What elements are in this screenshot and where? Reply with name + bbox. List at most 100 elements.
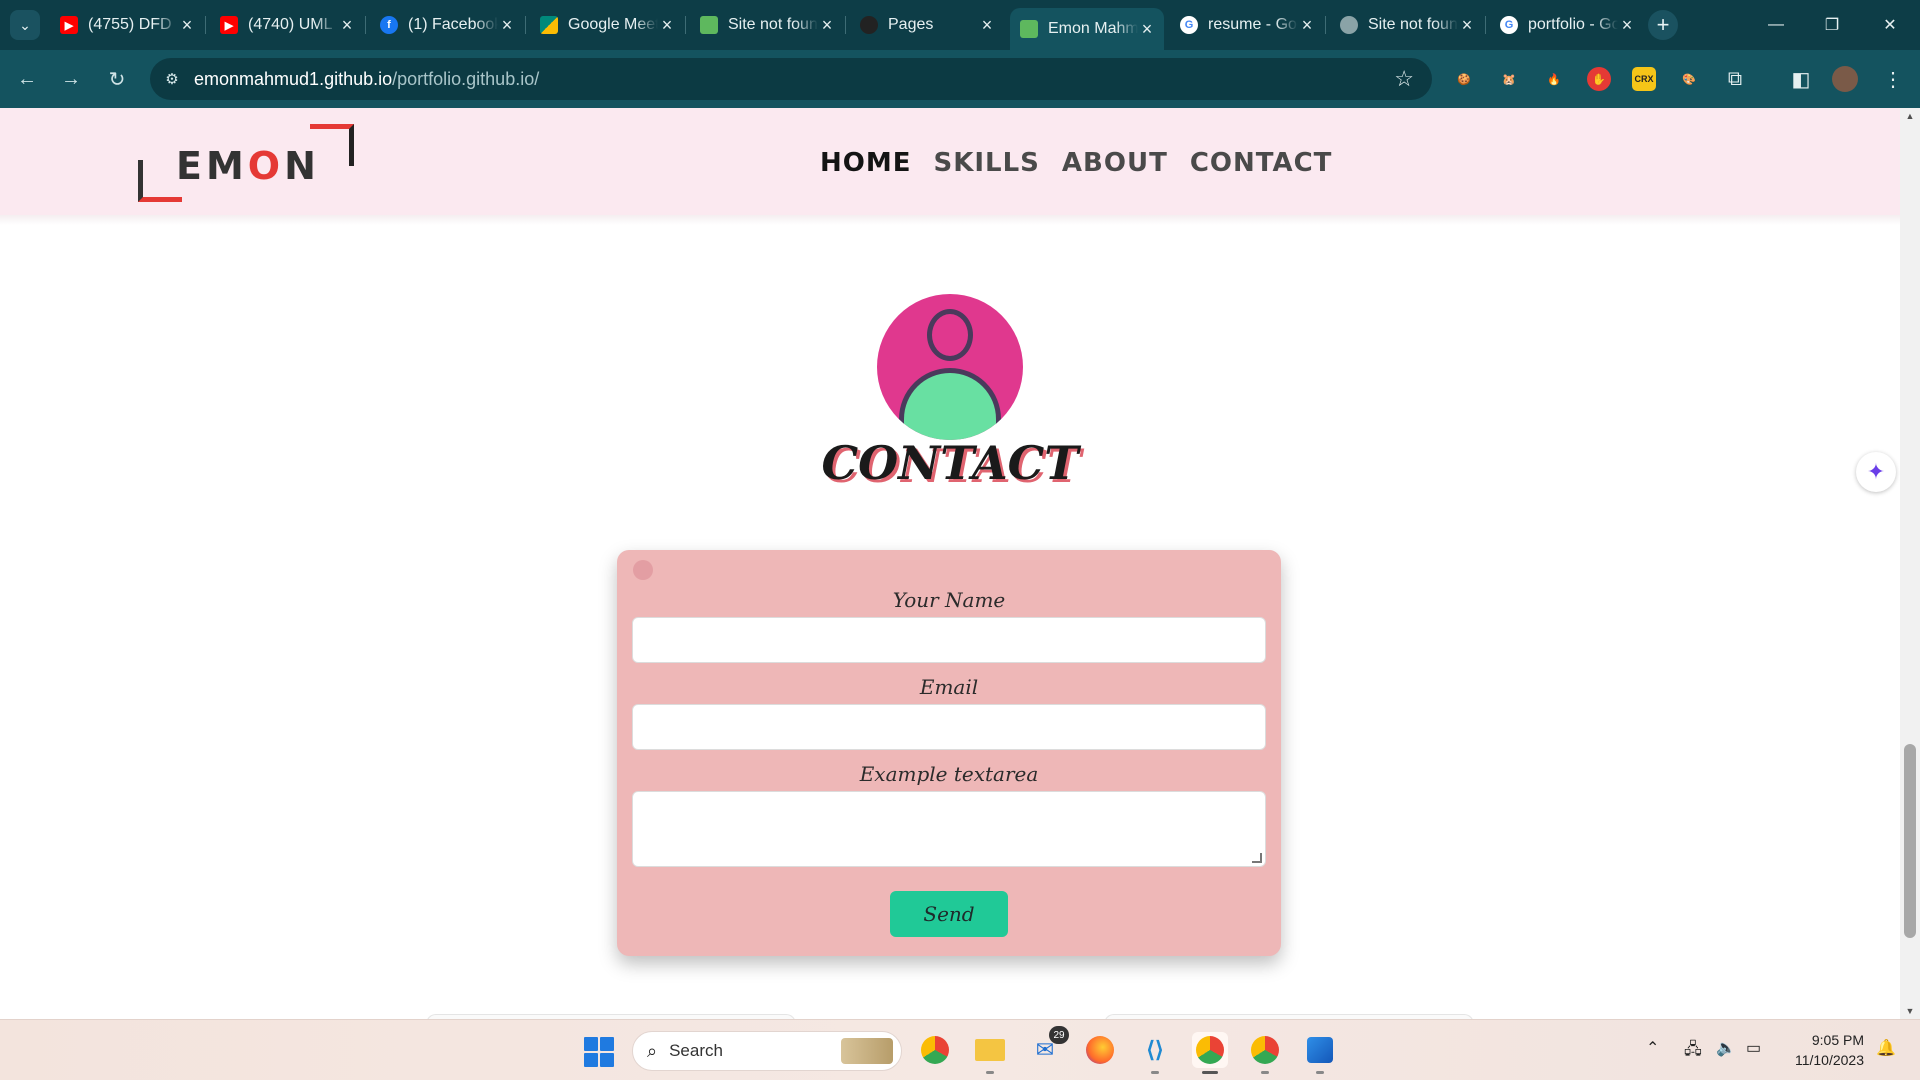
tab-strip: ⌄ ▶ (4755) DFD × ▶ (4740) UML × f (1) Fa… bbox=[0, 0, 1920, 50]
sparkle-assistant-icon[interactable]: ✦ bbox=[1856, 452, 1896, 492]
site-info-icon[interactable]: ⚙ bbox=[150, 70, 194, 88]
tab-title: Google Meet bbox=[568, 16, 658, 33]
youtube-icon: ▶ bbox=[60, 16, 78, 34]
scroll-down-icon[interactable]: ▼ bbox=[1900, 1003, 1920, 1019]
back-button[interactable]: ← bbox=[12, 64, 42, 94]
address-bar[interactable]: ⚙ emonmahmud1.github.io/portfolio.github… bbox=[150, 58, 1432, 100]
chrome-icon bbox=[1196, 1036, 1224, 1064]
close-icon[interactable]: × bbox=[338, 15, 356, 36]
logo-wordmark: EMON bbox=[176, 144, 320, 188]
minimize-button[interactable]: — bbox=[1756, 10, 1796, 40]
restore-button[interactable]: ❐ bbox=[1812, 10, 1852, 40]
tab-title: (4740) UML bbox=[248, 16, 333, 33]
tab-title: Emon Mahmud bbox=[1048, 20, 1138, 37]
avatar-body bbox=[899, 368, 1001, 440]
crx-extension-icon[interactable]: CRX bbox=[1632, 67, 1656, 91]
send-button[interactable]: Send bbox=[890, 891, 1008, 937]
github-icon bbox=[860, 16, 878, 34]
url-path: /portfolio.github.io/ bbox=[392, 68, 540, 89]
contact-form: Your Name Email Example textarea Send bbox=[617, 550, 1281, 956]
taskbar-file-explorer[interactable] bbox=[972, 1032, 1008, 1074]
google-icon: G bbox=[1180, 16, 1198, 34]
email-field[interactable] bbox=[632, 704, 1266, 750]
name-field[interactable] bbox=[632, 617, 1266, 663]
close-icon[interactable]: × bbox=[1298, 15, 1316, 36]
taskbar-chrome-profile-1[interactable] bbox=[1192, 1032, 1228, 1074]
taskbar-vscode[interactable]: ⟨⟩ bbox=[1137, 1032, 1173, 1074]
site-logo[interactable]: EMON bbox=[138, 124, 354, 202]
tab-facebook[interactable]: f (1) Facebook × bbox=[370, 8, 524, 42]
nav-skills[interactable]: SKILLS bbox=[934, 148, 1040, 178]
tab-site-not-found-2[interactable]: Site not found × bbox=[1330, 8, 1484, 42]
tab-portfolio-google[interactable]: G portfolio - Google × bbox=[1490, 8, 1644, 42]
notification-bell-icon[interactable]: 🔔 bbox=[1876, 1038, 1896, 1058]
url-text[interactable]: emonmahmud1.github.io/portfolio.github.i… bbox=[194, 69, 539, 90]
volume-icon[interactable]: 🔈 bbox=[1716, 1038, 1736, 1058]
tab-site-not-found[interactable]: Site not found × bbox=[690, 8, 844, 42]
chrome-icon bbox=[921, 1036, 949, 1064]
tab-youtube-uml[interactable]: ▶ (4740) UML × bbox=[210, 8, 364, 42]
nav-about[interactable]: ABOUT bbox=[1062, 148, 1168, 178]
taskbar-search[interactable]: ⌕ Search bbox=[632, 1031, 902, 1071]
close-icon[interactable]: × bbox=[1618, 15, 1636, 36]
browser-toolbar: ← → ↻ ⚙ emonmahmud1.github.io/portfolio.… bbox=[0, 50, 1920, 108]
fire-extension-icon[interactable]: 🔥 bbox=[1542, 67, 1566, 91]
site-icon bbox=[1020, 20, 1038, 38]
tab-divider bbox=[205, 16, 206, 34]
system-clock[interactable]: 9:05 PM 11/10/2023 bbox=[1784, 1030, 1864, 1070]
close-icon[interactable]: × bbox=[498, 15, 516, 36]
mascot-extension-icon[interactable]: 🐹 bbox=[1497, 67, 1521, 91]
taskbar-photos[interactable] bbox=[1302, 1032, 1338, 1074]
taskbar-mail[interactable]: ✉ 29 bbox=[1027, 1026, 1069, 1068]
paint-extension-icon[interactable]: 🎨 bbox=[1677, 67, 1701, 91]
tab-emon-mahmud-active[interactable]: Emon Mahmud × bbox=[1010, 8, 1164, 50]
youtube-icon: ▶ bbox=[220, 16, 238, 34]
scrollbar-thumb[interactable] bbox=[1904, 744, 1916, 938]
resize-handle-icon[interactable] bbox=[1252, 853, 1262, 863]
tab-pages[interactable]: Pages × bbox=[850, 8, 1004, 42]
tab-youtube-dfd[interactable]: ▶ (4755) DFD × bbox=[50, 8, 204, 42]
arrow-right-icon: → bbox=[61, 67, 81, 90]
taskbar-firefox[interactable] bbox=[1082, 1032, 1118, 1068]
tab-divider bbox=[525, 16, 526, 34]
tab-google-meet[interactable]: Google Meet × bbox=[530, 8, 684, 42]
close-icon[interactable]: × bbox=[178, 15, 196, 36]
close-window-button[interactable]: ✕ bbox=[1870, 10, 1910, 40]
bookmark-star-icon[interactable]: ☆ bbox=[1394, 66, 1414, 92]
battery-icon[interactable]: ▭ bbox=[1746, 1038, 1761, 1058]
close-icon[interactable]: × bbox=[818, 15, 836, 36]
close-icon[interactable]: × bbox=[1138, 19, 1156, 40]
search-highlight-image bbox=[841, 1038, 893, 1064]
chevron-down-icon: ⌄ bbox=[19, 16, 31, 33]
side-panel-icon[interactable]: ◧ bbox=[1786, 64, 1816, 94]
kebab-menu-icon[interactable]: ⋮ bbox=[1878, 64, 1908, 94]
network-icon[interactable]: 🖧 bbox=[1684, 1038, 1702, 1065]
tab-resume-google[interactable]: G resume - Google × bbox=[1170, 8, 1324, 42]
chevron-up-icon[interactable]: ⌃ bbox=[1646, 1038, 1659, 1058]
reload-button[interactable]: ↻ bbox=[102, 64, 132, 94]
profile-avatar[interactable] bbox=[1832, 66, 1858, 92]
close-icon[interactable]: × bbox=[1458, 15, 1476, 36]
page-scrollbar[interactable]: ▲ ▼ bbox=[1900, 108, 1920, 1019]
close-icon[interactable]: × bbox=[658, 15, 676, 36]
windows-start-icon[interactable] bbox=[584, 1037, 614, 1067]
extensions-puzzle-icon[interactable]: ⧉ bbox=[1720, 64, 1750, 94]
taskbar-chrome-profile-2[interactable] bbox=[1247, 1032, 1283, 1074]
site-icon bbox=[700, 16, 718, 34]
nav-contact[interactable]: CONTACT bbox=[1190, 148, 1333, 178]
scroll-up-icon[interactable]: ▲ bbox=[1900, 108, 1920, 124]
forward-button[interactable]: → bbox=[56, 64, 86, 94]
tab-divider bbox=[365, 16, 366, 34]
tab-title: Pages bbox=[888, 16, 934, 33]
taskbar: ⌕ Search ✉ 29 ⟨⟩ ⌃ 🖧 🔈 ▭ 9:05 PM 11/10/2… bbox=[0, 1019, 1920, 1080]
tab-search-button[interactable]: ⌄ bbox=[10, 10, 40, 40]
new-tab-button[interactable]: + bbox=[1648, 10, 1678, 40]
cookie-extension-icon[interactable]: 🍪 bbox=[1452, 67, 1476, 91]
hand-extension-icon[interactable]: ✋ bbox=[1587, 67, 1611, 91]
close-icon[interactable]: × bbox=[978, 15, 996, 36]
tab-title: resume - Google bbox=[1208, 16, 1298, 33]
nav-home[interactable]: HOME bbox=[820, 148, 912, 178]
message-textarea[interactable] bbox=[632, 791, 1266, 867]
taskbar-chrome[interactable] bbox=[917, 1032, 953, 1068]
plus-icon: + bbox=[1656, 12, 1670, 37]
